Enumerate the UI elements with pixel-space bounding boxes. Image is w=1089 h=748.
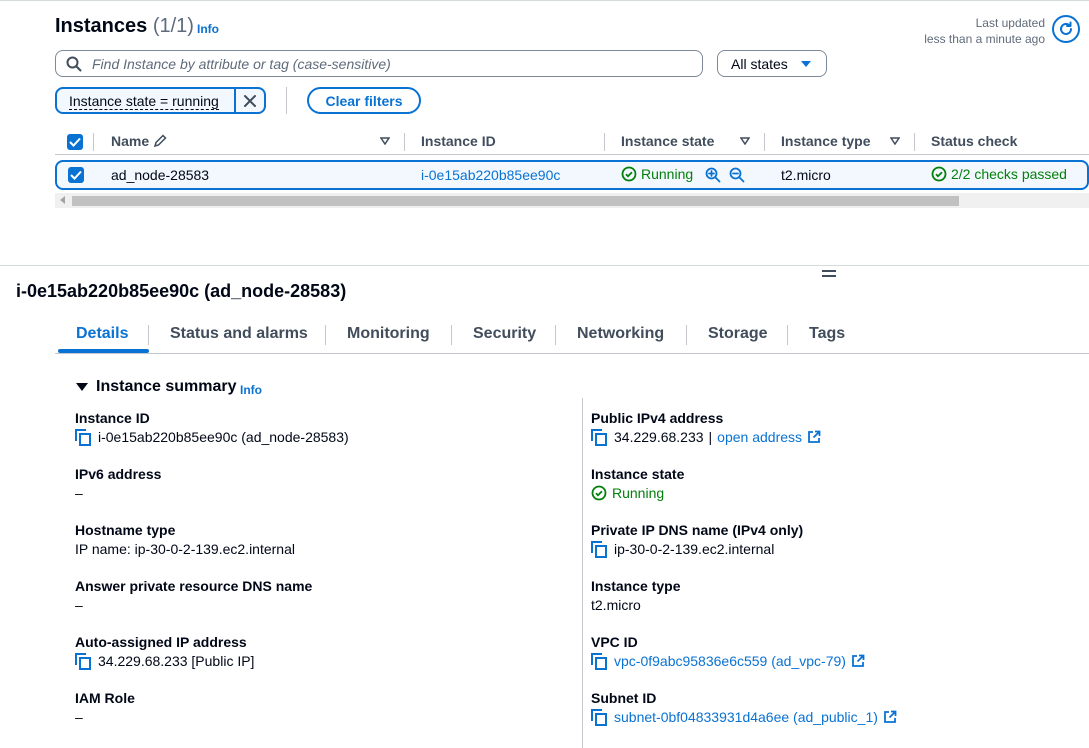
table-row[interactable]: ad_node-28583 i-0e15ab220b85ee90c Runnin…: [55, 160, 1089, 190]
refresh-icon: [1060, 21, 1072, 35]
search-icon: [66, 56, 82, 71]
field-subnet-id: Subnet ID subnet-0bf04833931d4a6ee (ad_p…: [591, 690, 897, 726]
zoom-in-icon[interactable]: [705, 167, 721, 183]
column-header-instance-state[interactable]: Instance state: [621, 133, 714, 149]
external-link-icon[interactable]: [807, 430, 821, 444]
cell-instance-state: Running: [621, 166, 693, 182]
remove-filter-button[interactable]: [234, 89, 264, 112]
zoom-out-icon[interactable]: [729, 167, 745, 183]
field-public-ipv4: Public IPv4 address 34.229.68.233 | open…: [591, 410, 821, 446]
page-title: Instances (1/1): [55, 15, 194, 38]
field-private-dns: Private IP DNS name (IPv4 only) ip-30-0-…: [591, 522, 804, 558]
tab-storage[interactable]: Storage: [708, 325, 768, 343]
field-instance-id: Instance ID i-0e15ab220b85ee90c (ad_node…: [75, 410, 349, 446]
copy-icon[interactable]: [591, 709, 609, 726]
copy-icon[interactable]: [591, 429, 609, 446]
check-circle-icon: [931, 166, 947, 182]
instance-states-select[interactable]: All states: [717, 50, 827, 77]
cell-instance-type: t2.micro: [781, 167, 831, 183]
scrollbar-thumb[interactable]: [72, 196, 959, 206]
page-title-text: Instances: [55, 15, 148, 37]
split-resize-handle[interactable]: [822, 270, 836, 280]
tab-tags[interactable]: Tags: [809, 325, 845, 343]
check-circle-icon: [591, 485, 607, 501]
subnet-id-link[interactable]: subnet-0bf04833931d4a6ee (ad_public_1): [614, 709, 878, 725]
tab-status-and-alarms[interactable]: Status and alarms: [170, 325, 308, 343]
copy-icon[interactable]: [75, 429, 93, 446]
details-tabs: Details Status and alarms Monitoring Sec…: [55, 320, 1089, 354]
filter-divider: [286, 87, 287, 114]
field-iam-role: IAM Role –: [75, 690, 135, 725]
column-header-name[interactable]: Name: [111, 133, 149, 149]
scroll-left-arrow-icon[interactable]: [60, 196, 66, 204]
table-header: Name Instance ID Instance state Instance…: [55, 129, 1089, 155]
field-hostname-type: Hostname type IP name: ip-30-0-2-139.ec2…: [75, 522, 295, 557]
checkmark-icon: [69, 137, 81, 147]
field-instance-type: Instance type t2.micro: [591, 578, 681, 613]
cell-instance-id-link[interactable]: i-0e15ab220b85ee90c: [421, 167, 560, 183]
external-link-icon[interactable]: [883, 710, 897, 724]
active-tab-indicator: [58, 349, 149, 353]
column-header-status-check[interactable]: Status check: [931, 133, 1017, 149]
vpc-id-link[interactable]: vpc-0f9abc95836e6c559 (ad_vpc-79): [614, 653, 846, 669]
sort-caret-icon[interactable]: [890, 137, 900, 145]
last-updated-label: Last updated: [975, 16, 1045, 30]
instances-panel: Instances (1/1) Info Last updated less t…: [0, 0, 1089, 265]
info-link[interactable]: Info: [197, 22, 219, 36]
copy-icon[interactable]: [75, 653, 93, 670]
field-ipv6-address: IPv6 address –: [75, 466, 162, 501]
field-auto-assigned-ip: Auto-assigned IP address 34.229.68.233 […: [75, 634, 255, 670]
field-instance-state: Instance state Running: [591, 466, 685, 501]
close-icon: [244, 94, 256, 107]
refresh-button[interactable]: [1052, 15, 1080, 43]
last-updated-value: less than a minute ago: [924, 32, 1045, 46]
cell-name: ad_node-28583: [111, 167, 210, 183]
column-divider: [582, 398, 583, 748]
field-answer-private-dns: Answer private resource DNS name –: [75, 578, 313, 613]
tab-details[interactable]: Details: [76, 325, 128, 343]
clear-filters-button[interactable]: Clear filters: [307, 87, 421, 114]
open-address-link[interactable]: open address: [717, 429, 802, 445]
copy-icon[interactable]: [591, 541, 609, 558]
column-header-instance-type[interactable]: Instance type: [781, 133, 870, 149]
instance-summary-toggle[interactable]: Instance summary: [76, 378, 237, 396]
last-updated: Last updated less than a minute ago: [924, 15, 1045, 47]
tab-monitoring[interactable]: Monitoring: [347, 325, 430, 343]
search-box[interactable]: [55, 50, 703, 77]
field-vpc-id: VPC ID vpc-0f9abc95836e6c559 (ad_vpc-79): [591, 634, 865, 670]
tab-security[interactable]: Security: [473, 325, 536, 343]
tab-networking[interactable]: Networking: [577, 325, 664, 343]
filter-token[interactable]: Instance state = running: [55, 87, 266, 114]
cell-status-check: 2/2 checks passed: [931, 166, 1067, 182]
external-link-icon[interactable]: [851, 654, 865, 668]
copy-icon[interactable]: [591, 653, 609, 670]
instance-count: (1/1): [152, 15, 194, 37]
instance-summary-title: Instance summary: [96, 378, 237, 395]
summary-info-link[interactable]: Info: [240, 383, 262, 397]
filter-token-label[interactable]: Instance state = running: [69, 92, 219, 110]
states-select-value: All states: [731, 55, 788, 72]
caret-down-icon: [800, 60, 811, 67]
column-header-instance-id[interactable]: Instance ID: [421, 133, 496, 149]
pencil-icon: [153, 134, 167, 148]
search-input[interactable]: [90, 54, 702, 73]
checkmark-icon: [70, 170, 82, 180]
details-title: i-0e15ab220b85ee90c (ad_node-28583): [16, 281, 347, 301]
select-all-checkbox[interactable]: [67, 134, 83, 150]
row-checkbox[interactable]: [68, 167, 84, 183]
sort-caret-icon[interactable]: [740, 137, 750, 145]
triangle-down-icon: [76, 383, 88, 391]
check-circle-icon: [621, 166, 637, 182]
sort-caret-icon[interactable]: [380, 137, 390, 145]
split-panel-divider: [0, 265, 1089, 266]
